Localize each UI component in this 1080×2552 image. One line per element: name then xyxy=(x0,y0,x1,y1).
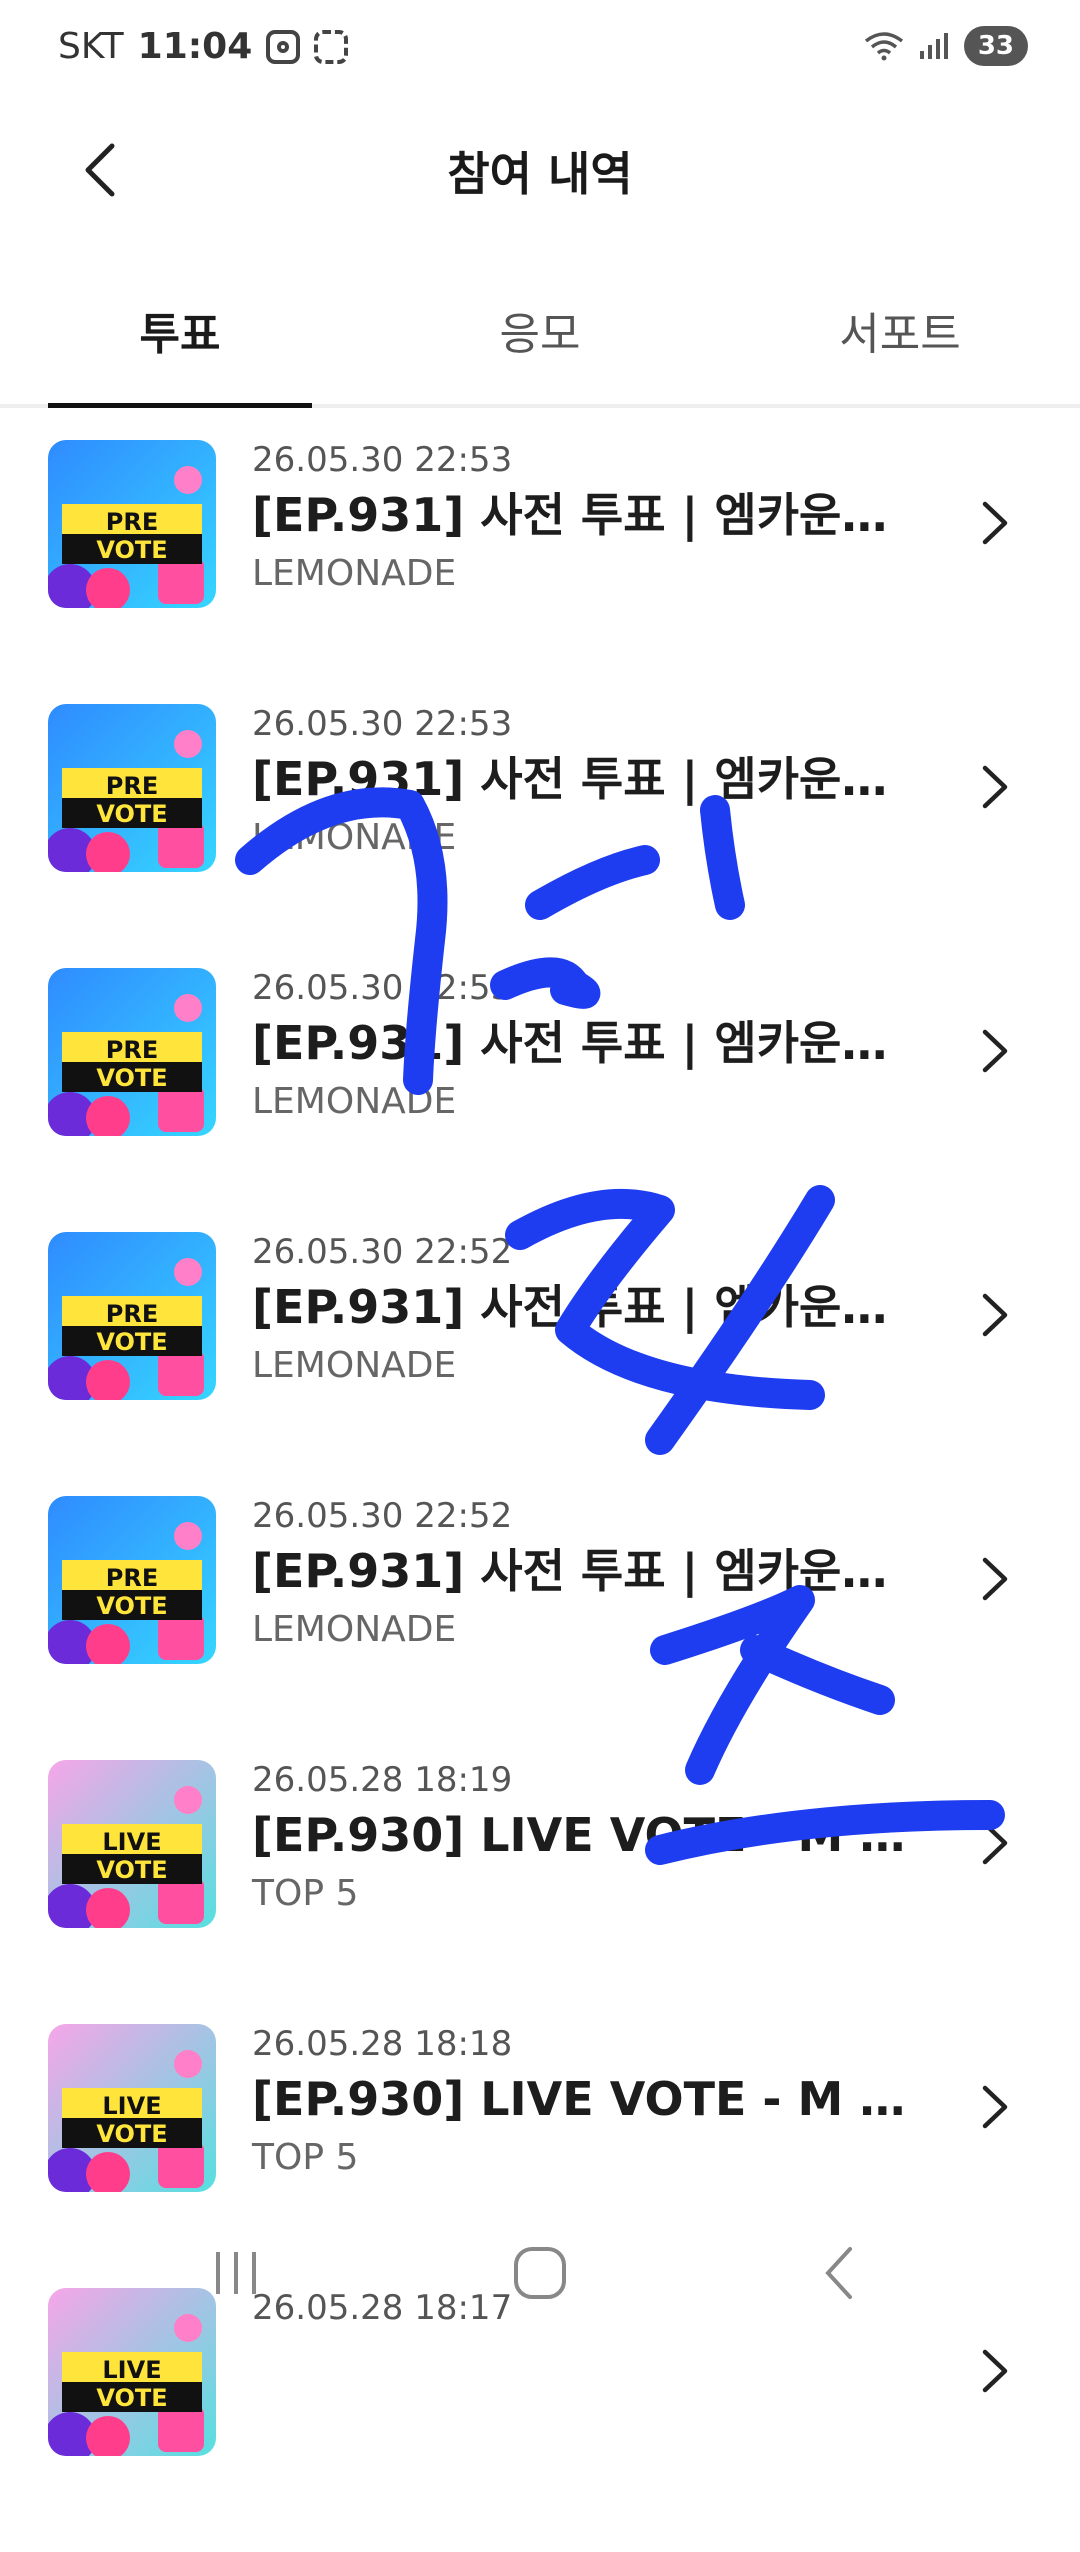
thumb-label-line2: VOTE xyxy=(96,1328,167,1356)
thumb-label-line1: PRE xyxy=(106,508,158,536)
voted-artist: TOP 5 xyxy=(252,2137,359,2178)
vote-title: [EP.930] LIVE VOTE - M CO... xyxy=(252,1808,912,1862)
thumb-label-line2: VOTE xyxy=(96,536,167,564)
list-item[interactable]: PRE VOTE 26.05.30 22:53 [EP.931] 사전 투표 |… xyxy=(0,968,1080,1232)
active-tab-indicator xyxy=(48,403,312,408)
thumb-label-line2: VOTE xyxy=(96,1592,167,1620)
thumb-label-line1: LIVE xyxy=(102,2092,161,2120)
participation-date: 26.05.30 22:52 xyxy=(252,1496,513,1536)
chevron-right-icon xyxy=(982,2349,1008,2393)
back-arrow-icon xyxy=(825,2247,852,2299)
list-item-text: 26.05.28 18:19 [EP.930] LIVE VOTE - M CO… xyxy=(252,1760,912,1918)
vote-thumbnail: PRE VOTE xyxy=(48,1232,216,1400)
thumb-label-line2: VOTE xyxy=(96,2384,167,2412)
clock: 11:04 xyxy=(137,26,253,67)
voted-artist: LEMONADE xyxy=(252,1345,457,1386)
participation-date: 26.05.30 22:52 xyxy=(252,1232,513,1272)
list-item-text: 26.05.30 22:53 [EP.931] 사전 투표 | 엠카운트다운 L… xyxy=(252,440,912,598)
list-item[interactable]: LIVE VOTE 26.05.28 18:19 [EP.930] LIVE V… xyxy=(0,1760,1080,2024)
list-item[interactable]: PRE VOTE 26.05.30 22:53 [EP.931] 사전 투표 |… xyxy=(0,440,1080,704)
list-item[interactable]: PRE VOTE 26.05.30 22:53 [EP.931] 사전 투표 |… xyxy=(0,704,1080,968)
vote-title: [EP.931] 사전 투표 | 엠카운트다운 xyxy=(252,752,912,806)
system-back-button[interactable] xyxy=(800,2238,880,2308)
participation-date: 26.05.30 22:53 xyxy=(252,968,513,1008)
home-icon xyxy=(514,2247,566,2299)
chevron-right-icon xyxy=(982,765,1008,809)
screenshot-notification-icon xyxy=(314,29,349,64)
thumb-label-line2: VOTE xyxy=(96,800,167,828)
voted-artist: LEMONADE xyxy=(252,553,457,594)
vote-thumbnail: PRE VOTE xyxy=(48,968,216,1136)
thumb-label-line1: PRE xyxy=(106,1036,158,1064)
participation-date: 26.05.30 22:53 xyxy=(252,704,513,744)
chevron-right-icon xyxy=(982,2085,1008,2129)
chevron-right-icon xyxy=(982,501,1008,545)
chevron-right-icon xyxy=(982,1293,1008,1337)
thumb-label-line1: PRE xyxy=(106,1564,158,1592)
status-bar-right: 33 xyxy=(864,26,1028,66)
list-item-text: 26.05.30 22:52 [EP.931] 사전 투표 | 엠카운트다운 L… xyxy=(252,1232,912,1390)
voted-artist: LEMONADE xyxy=(252,817,457,858)
tab-support[interactable]: 서포트 xyxy=(720,270,1080,404)
vote-thumbnail: PRE VOTE xyxy=(48,1496,216,1664)
thumb-label-line1: PRE xyxy=(106,1300,158,1328)
thumb-label-line1: LIVE xyxy=(102,2356,161,2384)
thumb-label-line1: PRE xyxy=(106,772,158,800)
vote-thumbnail: LIVE VOTE xyxy=(48,1760,216,1928)
list-item-text: 26.05.28 18:18 [EP.930] LIVE VOTE - M CO… xyxy=(252,2024,912,2182)
vote-thumbnail: LIVE VOTE xyxy=(48,2024,216,2192)
vote-title: [EP.931] 사전 투표 | 엠카운트다운 xyxy=(252,1016,912,1070)
vote-thumbnail: PRE VOTE xyxy=(48,704,216,872)
tab-label: 서포트 xyxy=(839,309,961,360)
vote-title xyxy=(252,2332,912,2394)
page-title: 참여 내역 xyxy=(447,147,633,201)
list-item-text: 26.05.30 22:53 [EP.931] 사전 투표 | 엠카운트다운 L… xyxy=(252,968,912,1126)
vote-title: [EP.931] 사전 투표 | 엠카운트다운 xyxy=(252,488,912,542)
thumb-label-line1: LIVE xyxy=(102,1828,161,1856)
tab-bar: 투표 응모 서포트 xyxy=(0,270,1080,408)
list-item-text: 26.05.30 22:52 [EP.931] 사전 투표 | 엠카운트다운 L… xyxy=(252,1496,912,1654)
list-item[interactable]: PRE VOTE 26.05.30 22:52 [EP.931] 사전 투표 |… xyxy=(0,1232,1080,1496)
participation-date: 26.05.28 18:19 xyxy=(252,1760,513,1800)
app-header: 참여 내역 xyxy=(0,100,1080,240)
list-item-text: 26.05.30 22:53 [EP.931] 사전 투표 | 엠카운트다운 L… xyxy=(252,704,912,862)
participation-date: 26.05.30 22:53 xyxy=(252,440,513,480)
tab-label: 응모 xyxy=(499,309,581,360)
tab-entry[interactable]: 응모 xyxy=(360,270,720,404)
chevron-right-icon xyxy=(982,1557,1008,1601)
vote-title: [EP.931] 사전 투표 | 엠카운트다운 xyxy=(252,1544,912,1598)
tab-label: 투표 xyxy=(139,309,221,360)
vote-title: [EP.930] LIVE VOTE - M CO... xyxy=(252,2072,912,2126)
voted-artist: TOP 5 xyxy=(252,1873,359,1914)
vote-title: [EP.931] 사전 투표 | 엠카운트다운 xyxy=(252,1280,912,1334)
status-bar-left: SKT 11:04 xyxy=(58,26,349,67)
wifi-icon xyxy=(864,32,903,61)
tab-vote[interactable]: 투표 xyxy=(0,270,360,408)
chevron-right-icon xyxy=(982,1029,1008,1073)
voted-artist: LEMONADE xyxy=(252,1081,457,1122)
thumb-label-line2: VOTE xyxy=(96,1856,167,1884)
recent-apps-button[interactable] xyxy=(196,2238,276,2308)
thumb-label-line2: VOTE xyxy=(96,1064,167,1092)
status-bar: SKT 11:04 33 xyxy=(0,0,1080,100)
list-item[interactable]: PRE VOTE 26.05.30 22:52 [EP.931] 사전 투표 |… xyxy=(0,1496,1080,1760)
carrier-label: SKT xyxy=(58,26,124,67)
participation-date: 26.05.28 18:18 xyxy=(252,2024,513,2064)
voted-artist: LEMONADE xyxy=(252,1609,457,1650)
recent-apps-icon xyxy=(216,2252,256,2294)
home-button[interactable] xyxy=(500,2238,580,2308)
system-navigation-bar xyxy=(0,2210,1080,2340)
vote-thumbnail: PRE VOTE xyxy=(48,440,216,608)
instagram-notification-icon xyxy=(266,29,301,64)
chevron-right-icon xyxy=(982,1821,1008,1865)
battery-indicator: 33 xyxy=(963,26,1028,66)
signal-strength-icon xyxy=(919,33,948,59)
thumb-label-line2: VOTE xyxy=(96,2120,167,2148)
